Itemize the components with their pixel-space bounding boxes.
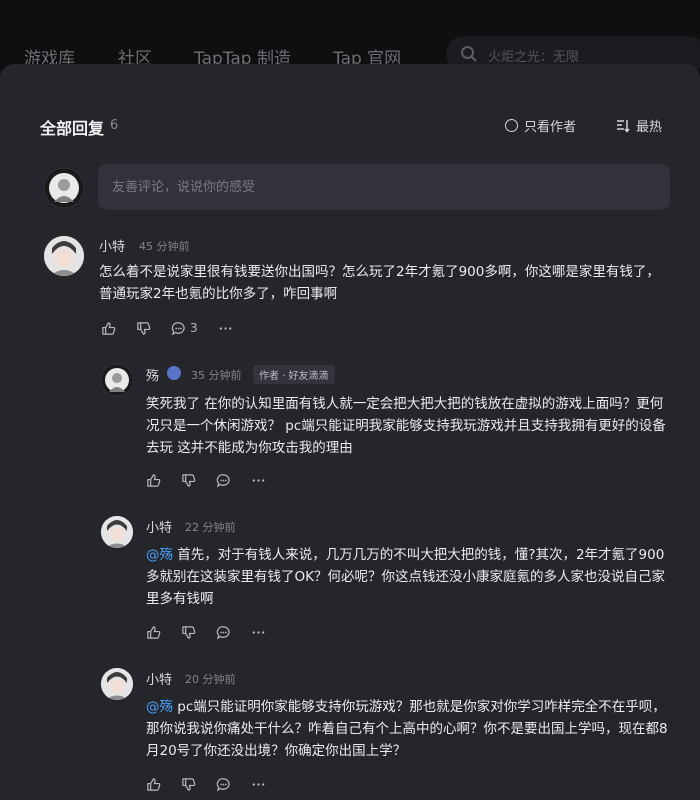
reply-time: 20 分钟前	[185, 673, 236, 686]
mention[interactable]: @殇	[146, 699, 173, 715]
avatar[interactable]	[101, 668, 133, 700]
thumbs-down-icon	[182, 777, 196, 791]
reply-actions	[146, 622, 286, 642]
verified-icon	[167, 366, 181, 380]
reply-author[interactable]: 殇	[146, 365, 159, 384]
dislike-button[interactable]	[181, 625, 196, 640]
reply-time: 35 分钟前	[191, 369, 242, 382]
more-button[interactable]	[218, 321, 233, 336]
more-icon	[252, 782, 265, 786]
comment-icon	[216, 625, 230, 639]
comment-icon	[216, 777, 230, 791]
reply-button[interactable]	[216, 777, 231, 792]
thumbs-down-icon	[182, 625, 196, 639]
reply-button[interactable]	[216, 473, 231, 488]
more-button[interactable]	[251, 777, 266, 792]
reply-button[interactable]	[216, 625, 231, 640]
dislike-button[interactable]	[181, 777, 196, 792]
sort-label: 最热	[636, 120, 663, 135]
nav-search-placeholder: 火炬之光：无限	[488, 50, 580, 65]
like-button[interactable]	[146, 625, 161, 640]
author-only-label: 只看作者	[524, 120, 577, 135]
more-button[interactable]	[251, 625, 266, 640]
like-button[interactable]	[101, 321, 116, 336]
reply-body: 首先，对于有钱人来说，几万几万的不叫大把大把的钱，懂?其次，2年才氪了900多就…	[146, 547, 665, 607]
reply-text: @殇 首先，对于有钱人来说，几万几万的不叫大把大把的钱，懂?其次，2年才氪了90…	[146, 544, 670, 610]
reply-actions	[146, 470, 286, 490]
reply-button[interactable]: 3	[171, 321, 198, 336]
reply-author[interactable]: 小特	[146, 517, 172, 536]
more-button[interactable]	[251, 473, 266, 488]
reply-author[interactable]: 小特	[146, 669, 172, 688]
my-avatar	[44, 168, 84, 208]
sort-button[interactable]: 最热	[616, 116, 662, 135]
author-badge: 作者 · 好友滴滴	[253, 365, 335, 384]
avatar[interactable]	[101, 364, 133, 396]
search-icon	[461, 46, 477, 62]
comment-actions: 3	[101, 318, 253, 338]
reply-actions	[146, 774, 286, 794]
reply-count: 3	[190, 321, 198, 335]
reply-body: pc端只能证明你家能够支持你玩游戏？那也就是你家对你学习咋样完全不在乎呗，那你说…	[146, 699, 668, 759]
more-icon	[252, 478, 265, 482]
reply-time: 22 分钟前	[185, 521, 236, 534]
like-button[interactable]	[146, 473, 161, 488]
thumbs-down-icon	[182, 473, 196, 487]
thumbs-down-icon	[137, 321, 151, 335]
more-icon	[219, 326, 231, 330]
comment-icon	[171, 321, 185, 335]
reply-text: @殇 pc端只能证明你家能够支持你玩游戏？那也就是你家对你学习咋样完全不在乎呗，…	[146, 696, 670, 762]
thumbs-up-icon	[147, 473, 161, 487]
comment-text: 怎么着不是说家里很有钱要送你出国吗？怎么玩了2年才氪了900多啊，你这哪是家里有…	[99, 264, 660, 302]
avatar[interactable]	[44, 236, 84, 276]
replies-panel: 全部回复 6 只看作者 最热 小特 45 分钟	[0, 64, 700, 800]
comment-icon	[216, 473, 230, 487]
like-button[interactable]	[146, 777, 161, 792]
radio-circle-icon	[505, 119, 518, 132]
comment-input[interactable]	[98, 164, 670, 210]
reply-body: 笑死我了 在你的认知里面有钱人就一定会把大把大把的钱放在虚拟的游戏上面吗？更何况…	[146, 396, 666, 456]
thumbs-up-icon	[147, 777, 161, 791]
thumbs-up-icon	[102, 321, 116, 335]
mention[interactable]: @殇	[146, 547, 173, 563]
avatar[interactable]	[101, 516, 133, 548]
more-icon	[252, 630, 265, 634]
author-only-toggle[interactable]: 只看作者	[505, 116, 576, 135]
replies-title: 全部回复	[40, 119, 105, 138]
dislike-button[interactable]	[181, 473, 196, 488]
replies-count: 6	[110, 118, 119, 133]
reply-text: 笑死我了 在你的认知里面有钱人就一定会把大把大把的钱放在虚拟的游戏上面吗？更何况…	[146, 393, 670, 459]
comment-author[interactable]: 小特	[99, 236, 125, 255]
thumbs-up-icon	[147, 625, 161, 639]
dislike-button[interactable]	[136, 321, 151, 336]
sort-icon	[617, 119, 630, 133]
comment-time: 45 分钟前	[139, 240, 190, 253]
